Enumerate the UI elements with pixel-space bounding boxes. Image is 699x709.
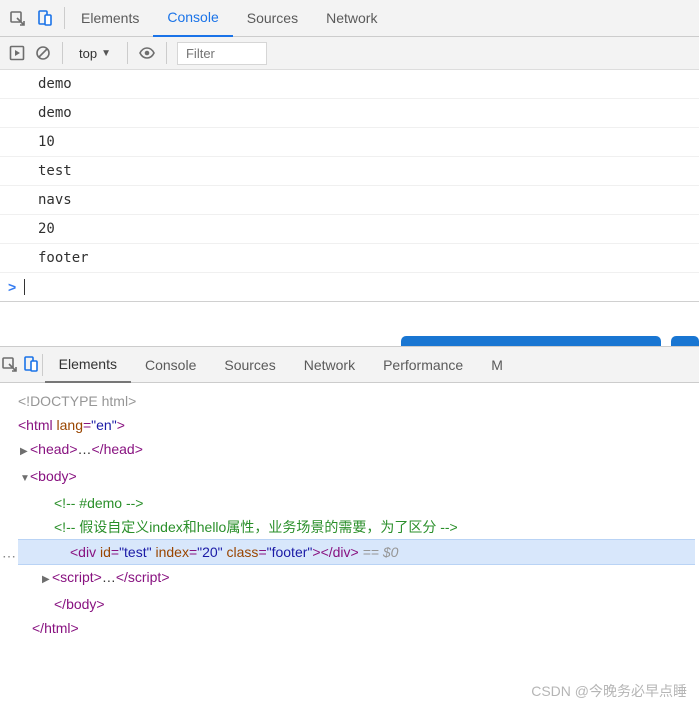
tag: </html>	[32, 620, 79, 636]
console-row: demo	[0, 99, 699, 128]
console-row: navs	[0, 186, 699, 215]
ellipsis: …	[102, 569, 116, 585]
val: "footer"	[267, 544, 313, 560]
divider	[166, 42, 167, 64]
tag: <script>	[52, 569, 102, 585]
expand-icon[interactable]: ▶	[20, 440, 30, 464]
tab-console[interactable]: Console	[131, 346, 210, 383]
tag: <body>	[30, 468, 77, 484]
tag: </div>	[321, 544, 359, 560]
ellipsis: …	[78, 441, 92, 457]
tag: <html	[18, 417, 57, 433]
top-tabbar: ElementsConsoleSourcesNetwork	[0, 0, 699, 37]
divider	[127, 42, 128, 64]
play-icon[interactable]	[8, 44, 26, 62]
tab-m[interactable]: M	[477, 346, 517, 383]
divider	[62, 42, 63, 64]
chevron-right-icon: >	[8, 279, 16, 295]
tab-sources[interactable]: Sources	[210, 346, 289, 383]
tag: >	[117, 417, 125, 433]
console-row: 10	[0, 128, 699, 157]
top-tabbar-tools	[0, 9, 62, 27]
tag: >	[312, 544, 320, 560]
tab-sources[interactable]: Sources	[233, 0, 312, 37]
tab-elements[interactable]: Elements	[45, 346, 131, 383]
tag: </head>	[92, 441, 143, 457]
blue-pill	[671, 336, 699, 346]
device-icon[interactable]	[22, 355, 40, 373]
watermark: CSDN @今晚务必早点睡	[531, 681, 687, 701]
console-row: test	[0, 157, 699, 186]
context-label: top	[79, 46, 97, 61]
elements-panel: ElementsConsoleSourcesNetworkPerformance…	[0, 346, 699, 646]
console-panel: ElementsConsoleSourcesNetwork top ▼ demo…	[0, 0, 699, 302]
tab-performance[interactable]: Performance	[369, 346, 477, 383]
attr: id	[100, 544, 111, 560]
doctype: <!DOCTYPE html>	[18, 393, 136, 409]
divider	[64, 7, 65, 29]
blue-strip	[401, 336, 699, 346]
bottom-tabbar-tools	[0, 355, 40, 375]
tab-console[interactable]: Console	[153, 0, 232, 37]
tab-elements[interactable]: Elements	[67, 0, 153, 37]
tag: <head>	[30, 441, 78, 457]
selected-node[interactable]: ⋯<div id="test" index="20" class="footer…	[18, 539, 695, 565]
chevron-down-icon: ▼	[101, 48, 111, 59]
panel-gap	[0, 302, 699, 346]
collapse-icon[interactable]: ▼	[20, 467, 30, 491]
divider	[42, 354, 43, 376]
attr: class	[227, 544, 259, 560]
cursor	[24, 279, 25, 295]
filter-input[interactable]	[177, 42, 267, 65]
inspect-icon[interactable]	[8, 9, 26, 27]
bottom-tabbar: ElementsConsoleSourcesNetworkPerformance…	[0, 346, 699, 383]
val: "20"	[197, 544, 223, 560]
clear-icon[interactable]	[34, 44, 52, 62]
expand-icon[interactable]: ▶	[42, 568, 52, 592]
comment: <!-- #demo -->	[54, 495, 143, 511]
tab-network[interactable]: Network	[312, 0, 391, 37]
more-icon[interactable]: ⋯	[2, 544, 17, 568]
tag: </body>	[54, 596, 105, 612]
console-output: demodemo10testnavs20footer	[0, 70, 699, 273]
val: "en"	[91, 417, 117, 433]
eye-icon[interactable]	[138, 44, 156, 62]
tag: <div	[70, 544, 100, 560]
console-row: demo	[0, 70, 699, 99]
console-toolbar: top ▼	[0, 37, 699, 70]
tab-network[interactable]: Network	[290, 346, 369, 383]
attr: index	[155, 544, 188, 560]
blue-pill	[401, 336, 661, 346]
comment: <!-- 假设自定义index和hello属性，业务场景的需要，为了区分 -->	[54, 519, 458, 535]
val: "test"	[119, 544, 152, 560]
console-row: 20	[0, 215, 699, 244]
inspect-icon[interactable]	[0, 355, 18, 373]
console-prompt[interactable]: >	[0, 273, 699, 301]
console-row: footer	[0, 244, 699, 273]
device-icon[interactable]	[36, 9, 54, 27]
bottom-tabs: ElementsConsoleSourcesNetworkPerformance…	[45, 346, 517, 383]
eq-ref: == $0	[359, 544, 399, 560]
top-tabs: ElementsConsoleSourcesNetwork	[67, 0, 391, 37]
elements-source[interactable]: <!DOCTYPE html> <html lang="en"> ▶<head>…	[0, 383, 699, 646]
tag: </script>	[116, 569, 170, 585]
attr: lang	[57, 417, 83, 433]
context-selector[interactable]: top ▼	[73, 44, 117, 63]
